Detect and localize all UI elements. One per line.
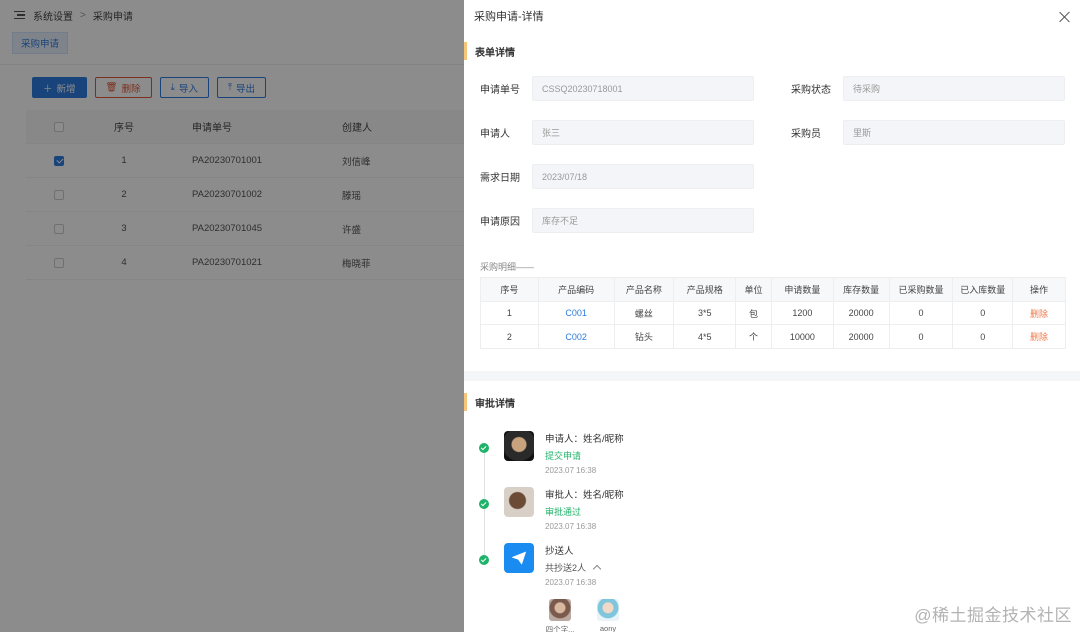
col-header: 产品规格 bbox=[674, 278, 737, 301]
purchase-detail-table: 序号 产品编码 产品名称 产品规格 单位 申请数量 库存数量 已采购数量 已入库… bbox=[480, 277, 1066, 349]
demand-date-input[interactable]: 2023/07/18 bbox=[532, 164, 754, 189]
chevron-up-icon[interactable] bbox=[592, 564, 602, 574]
field-label: 申请单号 bbox=[480, 85, 520, 96]
detail-caption: 采购明细—— bbox=[480, 262, 535, 272]
delete-row-button[interactable]: 删除 bbox=[1013, 302, 1065, 324]
apply-no-input[interactable]: CSSQ20230718001 bbox=[532, 76, 754, 101]
delete-row-button[interactable]: 删除 bbox=[1013, 325, 1065, 348]
close-icon[interactable] bbox=[1059, 11, 1070, 22]
form-details: 申请单号 CSSQ20230718001 采购状态 待采购 申请人 张三 采购员… bbox=[464, 60, 1080, 260]
field-label: 申请原因 bbox=[480, 217, 520, 228]
field-applicant: 申请人 张三 bbox=[480, 120, 754, 145]
drawer-overlay-mask[interactable] bbox=[0, 0, 464, 632]
cell-stored: 0 bbox=[953, 302, 1014, 324]
timeline-name: 抄送人 bbox=[545, 546, 574, 557]
timeline-item-approver: 审批人：姓名/昵称 审批通过 2023.07 16:38 bbox=[545, 487, 624, 531]
section-accent-bar bbox=[464, 393, 467, 411]
watermark: @稀土掘金技术社区 bbox=[914, 606, 1072, 625]
cell-unit: 包 bbox=[736, 302, 772, 324]
timeline-item-applicant: 申请人：姓名/昵称 提交申请 2023.07 16:38 bbox=[545, 431, 624, 475]
cell-name: 钻头 bbox=[615, 325, 675, 348]
cell-qty: 1200 bbox=[772, 302, 834, 324]
timeline-status: 审批通过 bbox=[545, 507, 582, 517]
cell-stock: 20000 bbox=[834, 302, 890, 324]
form-section-title: 表单详情 bbox=[464, 42, 1080, 60]
table-row: 2 C002 钻头 4*5 个 10000 20000 0 0 删除 bbox=[481, 325, 1065, 348]
drawer-title: 采购申请-详情 bbox=[474, 11, 544, 23]
cc-user-name: aony bbox=[599, 624, 617, 632]
timeline-time: 2023.07 16:38 bbox=[545, 578, 597, 587]
cell-stored: 0 bbox=[953, 325, 1014, 348]
check-circle-icon bbox=[479, 443, 489, 453]
col-header: 库存数量 bbox=[834, 278, 890, 301]
field-label: 采购状态 bbox=[791, 85, 831, 96]
field-purchase-status: 采购状态 待采购 bbox=[791, 76, 1065, 101]
cell-index: 2 bbox=[481, 325, 539, 348]
purchase-status-input[interactable]: 待采购 bbox=[843, 76, 1065, 101]
cc-user[interactable]: 四个字... bbox=[545, 599, 575, 632]
cell-purchased: 0 bbox=[890, 302, 954, 324]
detail-header-row: 序号 产品编码 产品名称 产品规格 单位 申请数量 库存数量 已采购数量 已入库… bbox=[481, 278, 1065, 302]
col-header: 已入库数量 bbox=[953, 278, 1014, 301]
field-apply-no: 申请单号 CSSQ20230718001 bbox=[480, 76, 754, 101]
timeline-time: 2023.07 16:38 bbox=[545, 466, 597, 475]
buyer-input[interactable]: 里斯 bbox=[843, 120, 1065, 145]
col-header: 产品名称 bbox=[615, 278, 675, 301]
cell-purchased: 0 bbox=[890, 325, 954, 348]
cc-user-list: 四个字... aony bbox=[545, 599, 623, 632]
approval-section-title: 审批详情 bbox=[464, 393, 1080, 411]
cell-qty: 10000 bbox=[772, 325, 834, 348]
col-header: 操作 bbox=[1030, 285, 1049, 295]
col-header: 已采购数量 bbox=[890, 278, 954, 301]
send-icon bbox=[504, 543, 534, 573]
product-code-link[interactable]: C002 bbox=[539, 325, 615, 348]
product-code-link[interactable]: C001 bbox=[539, 302, 615, 324]
timeline-item-cc: 抄送人 共抄送2人 2023.07 16:38 bbox=[545, 543, 602, 587]
applicant-input[interactable]: 张三 bbox=[532, 120, 754, 145]
timeline-name: 申请人：姓名/昵称 bbox=[545, 434, 624, 445]
check-circle-icon bbox=[479, 499, 489, 509]
field-label: 采购员 bbox=[791, 129, 821, 140]
col-header: 申请数量 bbox=[772, 278, 834, 301]
cell-unit: 个 bbox=[736, 325, 772, 348]
cell-spec: 3*5 bbox=[674, 302, 737, 324]
field-buyer: 采购员 里斯 bbox=[791, 120, 1065, 145]
cc-summary[interactable]: 共抄送2人 bbox=[545, 561, 602, 574]
form-section-label: 表单详情 bbox=[475, 47, 515, 59]
col-header: 序号 bbox=[481, 278, 539, 301]
detail-drawer: 采购申请-详情 表单详情 申请单号 CSSQ20230718001 采购状态 待… bbox=[464, 0, 1080, 632]
cc-user[interactable]: aony bbox=[593, 599, 623, 632]
table-row: 1 C001 螺丝 3*5 包 1200 20000 0 0 删除 bbox=[481, 302, 1065, 325]
section-separator bbox=[464, 371, 1080, 381]
field-label: 需求日期 bbox=[480, 173, 520, 184]
cell-spec: 4*5 bbox=[674, 325, 737, 348]
avatar bbox=[504, 487, 534, 517]
timeline-time: 2023.07 16:38 bbox=[545, 522, 597, 531]
reason-input[interactable]: 库存不足 bbox=[532, 208, 754, 233]
timeline-name: 审批人：姓名/昵称 bbox=[545, 490, 624, 501]
cc-user-name: 四个字... bbox=[545, 625, 575, 632]
section-accent-bar bbox=[464, 42, 467, 60]
drawer-header: 采购申请-详情 bbox=[464, 0, 1080, 32]
field-label: 申请人 bbox=[480, 129, 510, 140]
cell-name: 螺丝 bbox=[615, 302, 675, 324]
approval-section-label: 审批详情 bbox=[475, 398, 515, 410]
cell-index: 1 bbox=[481, 302, 539, 324]
check-circle-icon bbox=[479, 555, 489, 565]
field-demand-date: 需求日期 2023/07/18 bbox=[480, 164, 754, 189]
field-reason: 申请原因 库存不足 bbox=[480, 208, 754, 233]
timeline-status: 提交申请 bbox=[545, 451, 582, 461]
col-header: 单位 bbox=[736, 278, 772, 301]
cell-stock: 20000 bbox=[834, 325, 890, 348]
cc-count: 共抄送2人 bbox=[545, 563, 587, 573]
avatar bbox=[504, 431, 534, 461]
col-header: 产品编码 bbox=[539, 278, 615, 301]
avatar bbox=[597, 599, 619, 621]
avatar bbox=[549, 599, 571, 621]
